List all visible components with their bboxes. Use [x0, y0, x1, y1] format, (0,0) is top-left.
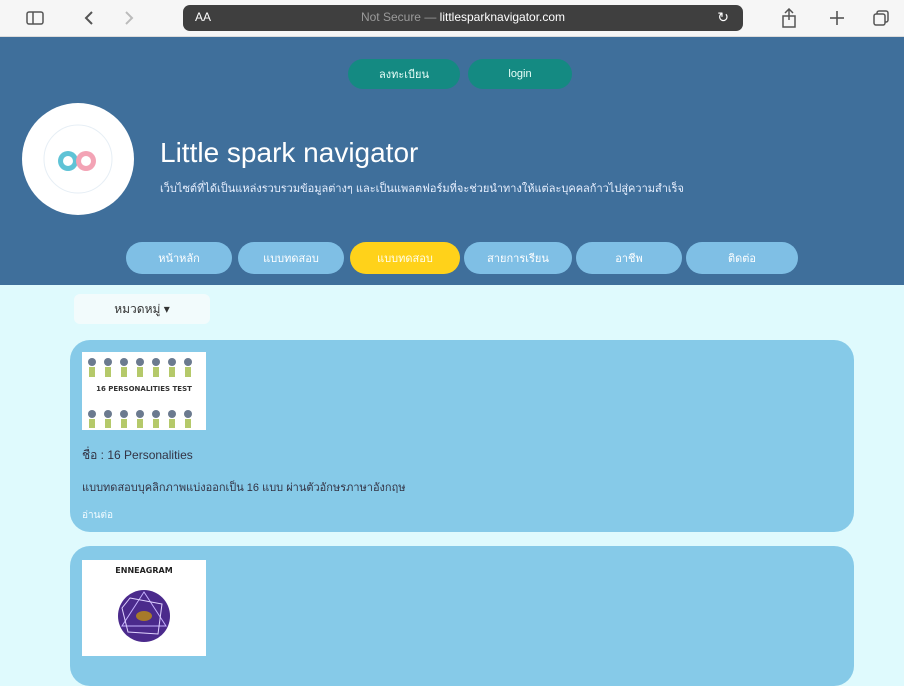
new-tab-icon[interactable]: [826, 6, 848, 30]
forward-icon[interactable]: [118, 6, 140, 30]
nav-contact[interactable]: ติดต่อ: [686, 242, 798, 274]
nav-career[interactable]: อาชีพ: [576, 242, 682, 274]
nav-home[interactable]: หน้าหลัก: [126, 242, 232, 274]
domain-label: littlesparknavigator.com: [439, 10, 566, 24]
login-button[interactable]: login: [468, 59, 572, 89]
card-description: แบบทดสอบบุคลิกภาพแบ่งออกเป็น 16 แบบ ผ่าน…: [82, 482, 406, 494]
share-icon[interactable]: [778, 6, 800, 30]
site-logo[interactable]: [22, 103, 134, 215]
nav-quiz[interactable]: แบบทดสอบ: [238, 242, 344, 274]
register-button[interactable]: ลงทะเบียน: [348, 59, 460, 89]
logo-graphic-icon: [43, 124, 113, 194]
not-secure-label: Not Secure —: [360, 10, 440, 24]
site-subtitle: เว็บไซต์ที่ได้เป็นแหล่งรวบรวมข้อมูลต่างๆ…: [160, 183, 684, 195]
back-icon[interactable]: [78, 6, 100, 30]
category-dropdown[interactable]: หมวดหมู่ ▾: [74, 294, 210, 324]
reload-icon[interactable]: ↻: [717, 9, 729, 26]
thumbnail-title: ENNEAGRAM: [115, 566, 173, 575]
card-thumbnail: 16 PERSONALITIES TEST: [82, 352, 206, 430]
quiz-card[interactable]: 16 PERSONALITIES TEST ชื่อ : 16 Personal…: [70, 340, 854, 532]
thumbnail-title: 16 PERSONALITIES TEST: [96, 385, 192, 393]
nav-quiz-active[interactable]: แบบทดสอบ: [350, 242, 460, 274]
address-bar[interactable]: AA Not Secure — littlesparknavigator.com…: [183, 5, 743, 31]
site-header: ลงทะเบียน login Little spark navigator เ…: [0, 37, 904, 285]
quiz-card[interactable]: ENNEAGRAM: [70, 546, 854, 686]
site-title: Little spark navigator: [160, 137, 419, 168]
tabs-overview-icon[interactable]: [870, 6, 892, 30]
read-more-link[interactable]: อ่านต่อ: [82, 508, 113, 523]
card-name: ชื่อ : 16 Personalities: [82, 448, 193, 462]
card-thumbnail: ENNEAGRAM: [82, 560, 206, 656]
sidebar-icon[interactable]: [24, 6, 46, 30]
nav-study[interactable]: สายการเรียน: [464, 242, 572, 274]
url-text: Not Secure — littlesparknavigator.com: [183, 10, 743, 24]
browser-toolbar: AA Not Secure — littlesparknavigator.com…: [0, 0, 904, 37]
